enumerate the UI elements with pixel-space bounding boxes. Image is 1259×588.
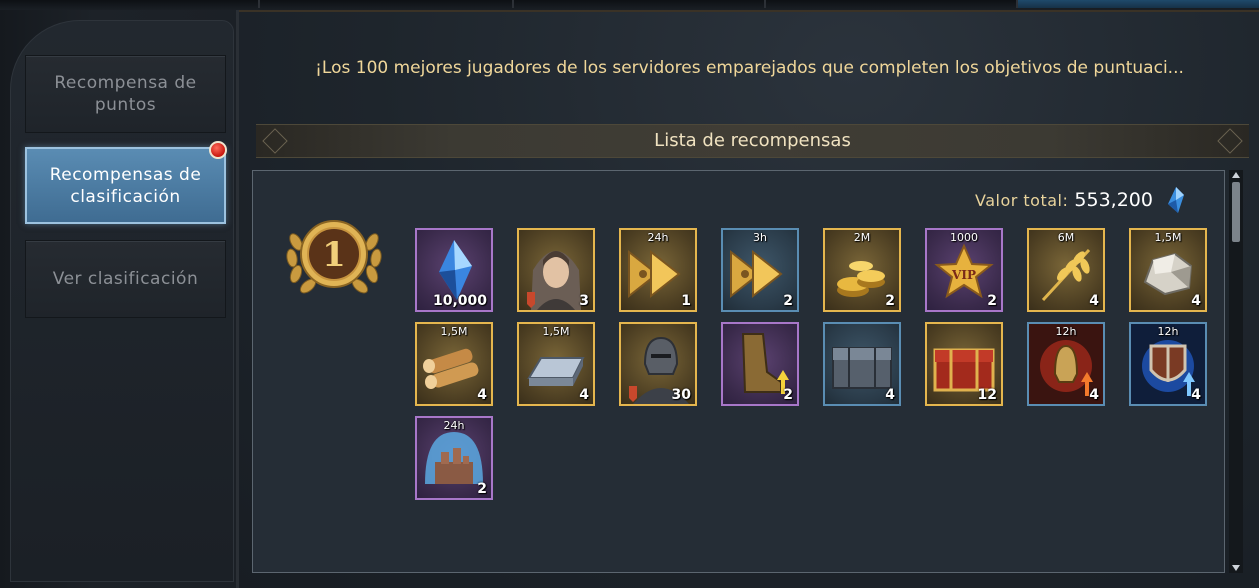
total-value-amount: 553,200 [1074,189,1153,211]
reward-tag: 1,5M [542,325,570,338]
tab-points-reward[interactable]: Recompensa de puntos [25,55,226,133]
reward-item-wood[interactable]: 1,5M 4 [415,322,493,406]
reward-tag: 3h [753,231,767,244]
reward-count: 2 [885,293,895,309]
reward-item-food[interactable]: 6M 4 [1027,228,1105,312]
total-value-label: Valor total: [975,190,1069,210]
reward-item-speedup-24h[interactable]: 24h 1 [619,228,697,312]
tab-ranking-rewards[interactable]: Recompensas de clasificación [25,147,226,224]
top-tab-active[interactable] [1018,0,1259,8]
reward-count: 30 [671,387,691,403]
reward-count: 12 [977,387,997,403]
reward-count: 4 [1191,387,1201,403]
reward-tag: 24h [647,231,669,244]
reward-count: 10,000 [432,293,487,309]
top-tab-3[interactable] [514,0,766,8]
reward-count: 4 [1089,293,1099,309]
top-tab-2[interactable] [260,0,514,8]
reward-tag: 1000 [950,231,978,244]
reward-count: 3 [579,293,589,309]
reward-item-red-chest[interactable]: 12 [925,322,1003,406]
reward-count: 2 [987,293,997,309]
tab-view-ranking-label: Ver clasificación [52,269,199,289]
rank-medal: 1 [286,220,382,294]
reward-item-defense-boost[interactable]: 12h 4 [1129,322,1207,406]
reward-tag: 1,5M [440,325,468,338]
event-description: ¡Los 100 mejores jugadores de los servid… [315,58,1184,78]
reward-item-speedup-3h[interactable]: 3h 2 [721,228,799,312]
total-value: Valor total: 553,200 [975,186,1185,214]
reward-tag: 6M [1057,231,1075,244]
reward-tag: 12h [1157,325,1179,338]
rewards-list-header: Lista de recompensas [256,124,1249,158]
reward-item-hero[interactable]: 3 [517,228,595,312]
top-tab-4[interactable] [766,0,1018,8]
reward-item-gold[interactable]: 2M 2 [823,228,901,312]
reward-count: 4 [1089,387,1099,403]
reward-count: 4 [885,387,895,403]
reward-count: 2 [783,387,793,403]
scroll-up-arrow-icon[interactable] [1232,172,1240,178]
reward-tag: 12h [1055,325,1077,338]
reward-item-iron[interactable]: 1,5M 4 [517,322,595,406]
reward-item-gems[interactable]: 10,000 [415,228,493,312]
tab-view-ranking[interactable]: Ver clasificación [25,240,226,318]
reward-item-city-shield[interactable]: 24h 2 [415,416,493,500]
svg-text:VIP: VIP [951,268,976,282]
reward-item-stone[interactable]: 1,5M 4 [1129,228,1207,312]
reward-item-boots[interactable]: 2 [721,322,799,406]
blue-gem-icon [1167,187,1184,213]
reward-item-silver-chest[interactable]: 4 [823,322,901,406]
top-tab-1[interactable] [0,0,260,8]
rank-number: 1 [322,235,346,275]
scroll-down-arrow-icon[interactable] [1232,565,1240,571]
tab-points-reward-label: Recompensa de puntos [54,73,197,115]
reward-item-soldiers[interactable]: 30 [619,322,697,406]
tab-ranking-rewards-label: Recompensas de clasificación [49,164,202,207]
reward-count: 4 [579,387,589,403]
reward-count: 4 [1191,293,1201,309]
reward-tag: 2M [853,231,871,244]
scroll-thumb[interactable] [1232,182,1240,242]
reward-count: 2 [783,293,793,309]
reward-tag: 24h [443,419,465,432]
ornament-left [262,128,288,154]
reward-item-attack-boost[interactable]: 12h 4 [1027,322,1105,406]
reward-item-vip[interactable]: VIP 1000 2 [925,228,1003,312]
notification-badge [209,141,227,159]
reward-tag: 1,5M [1154,231,1182,244]
reward-count: 4 [477,387,487,403]
ornament-right [1217,128,1243,154]
reward-count: 1 [681,293,691,309]
reward-count: 2 [477,481,487,497]
rewards-list-title: Lista de recompensas [654,130,851,151]
scrollbar[interactable] [1229,170,1243,573]
